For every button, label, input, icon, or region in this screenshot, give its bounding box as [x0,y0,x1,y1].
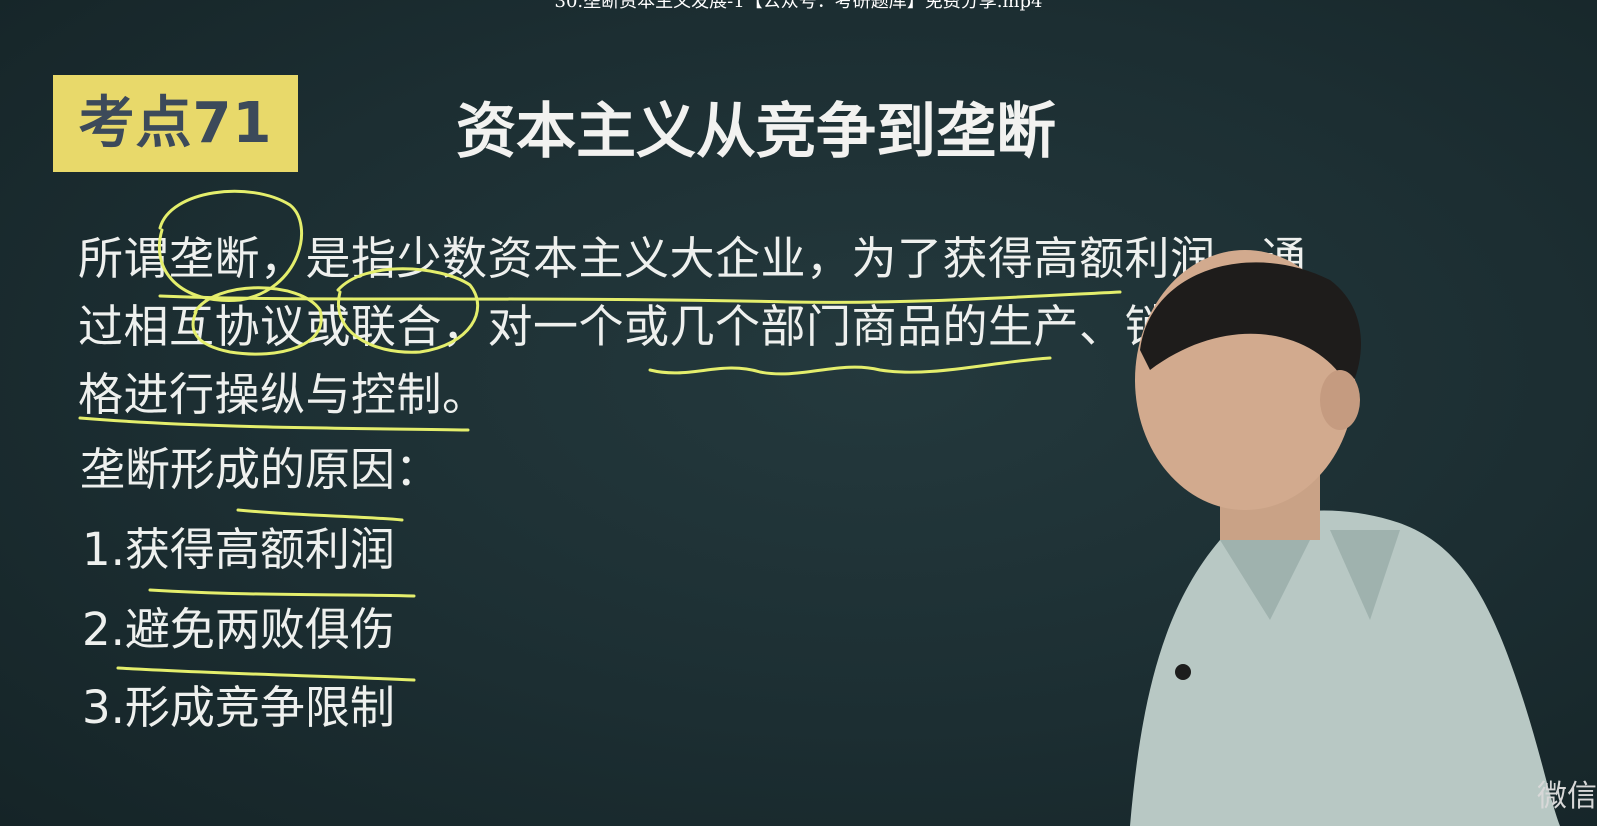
video-title: 30.垄断资本主义发展-1【公众号：考研题库】免费分享.mp4 [554,0,1043,12]
underline-annotation [236,508,404,522]
reason-item: 2.避免两败俱伤 [82,603,395,656]
reason-item: 1.获得高额利润 [82,523,395,576]
reasons-heading: 垄断形成的原因： [80,443,441,496]
underline-annotation [148,588,416,598]
exam-point-badge: 考点71 [53,75,298,172]
presenter-figure [1130,250,1560,826]
watermark-text: 微信 [1537,779,1597,814]
video-frame: 30.垄断资本主义发展-1【公众号：考研题库】免费分享.mp4 考点71 资本主… [0,0,1597,826]
slide-title: 资本主义从竞争到垄断 [456,97,1056,167]
reason-item: 3.形成竞争限制 [82,681,395,734]
